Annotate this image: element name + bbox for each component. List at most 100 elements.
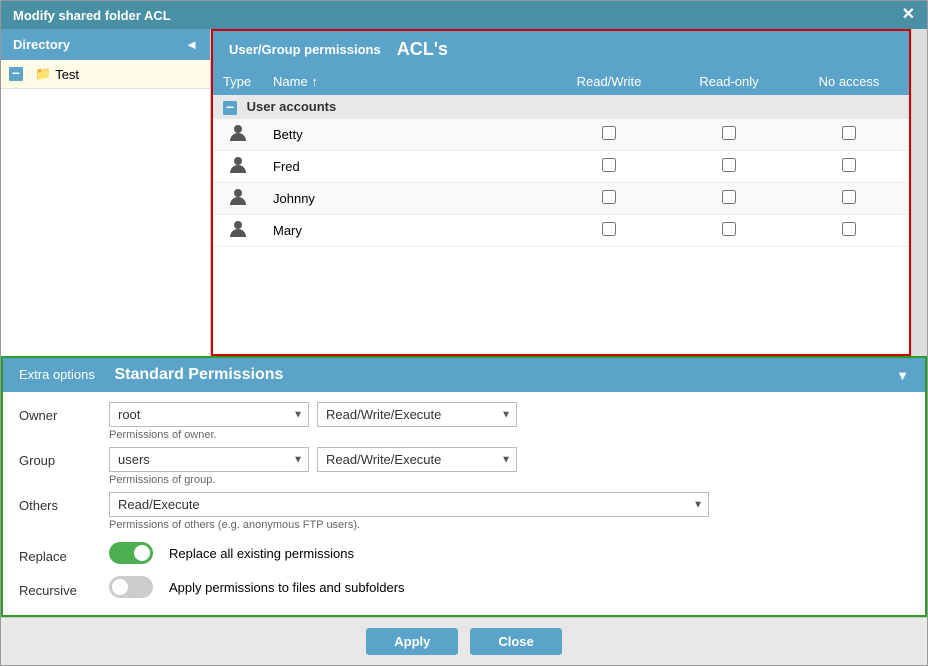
directory-panel: Directory ◄ − 📁 Test bbox=[1, 29, 211, 356]
recursive-controls: Apply permissions to files and subfolder… bbox=[109, 576, 909, 598]
row-name: Mary bbox=[263, 214, 549, 246]
read-only-checkbox[interactable] bbox=[722, 222, 736, 236]
minus-square-icon: − bbox=[9, 67, 29, 82]
directory-label: Directory bbox=[13, 37, 70, 52]
row-read-write bbox=[549, 182, 669, 214]
recursive-toggle[interactable] bbox=[109, 576, 153, 598]
folder-icon: 📁 bbox=[35, 66, 51, 82]
modal-body: Directory ◄ − 📁 Test User/Group permissi… bbox=[1, 29, 927, 665]
modal-header: Modify shared folder ACL ✕ bbox=[1, 1, 927, 29]
group-select-wrap: users admin nobody bbox=[109, 447, 309, 472]
modal-footer: Apply Close bbox=[1, 617, 927, 665]
read-write-checkbox[interactable] bbox=[602, 158, 616, 172]
recursive-inputs: Apply permissions to files and subfolder… bbox=[109, 576, 909, 598]
others-controls: Read/Execute Read/Write/Execute Read/Wri… bbox=[109, 492, 909, 535]
replace-toggle-label: Replace all existing permissions bbox=[169, 546, 354, 561]
row-no-access bbox=[789, 214, 909, 246]
row-read-write bbox=[549, 150, 669, 182]
modal-title: Modify shared folder ACL bbox=[13, 8, 171, 23]
read-write-checkbox[interactable] bbox=[602, 190, 616, 204]
owner-label: Owner bbox=[19, 402, 109, 423]
modify-acl-modal: Modify shared folder ACL ✕ Directory ◄ −… bbox=[0, 0, 928, 666]
close-button[interactable]: Close bbox=[470, 628, 561, 655]
recursive-slider bbox=[109, 576, 153, 598]
group-controls: users admin nobody Read/Write/Execute Re… bbox=[109, 447, 909, 490]
replace-row: Replace Replace all existing permissions bbox=[19, 537, 909, 569]
owner-inputs: root admin nobody Read/Write/Execute Rea… bbox=[109, 402, 909, 427]
table-row: Mary bbox=[213, 214, 909, 246]
row-read-only bbox=[669, 182, 789, 214]
directory-item-label: Test bbox=[55, 67, 79, 82]
row-read-write bbox=[549, 119, 669, 151]
row-no-access bbox=[789, 182, 909, 214]
group-permission-select[interactable]: Read/Write/Execute Read/Write Read-only … bbox=[317, 447, 517, 472]
recursive-row: Recursive Apply permissions to files and… bbox=[19, 571, 909, 603]
sort-icon[interactable]: ↑ bbox=[311, 74, 318, 89]
row-read-only bbox=[669, 119, 789, 151]
row-type-icon bbox=[213, 119, 263, 151]
acl-panel: User/Group permissions ACL's Type Name ↑ bbox=[211, 29, 911, 356]
owner-select[interactable]: root admin nobody bbox=[109, 402, 309, 427]
section-collapse-icon[interactable]: − bbox=[223, 101, 237, 115]
extra-options-body: Owner root admin nobody bbox=[3, 392, 925, 615]
others-row: Others Read/Execute Read/Write/Execute R… bbox=[19, 492, 909, 535]
standard-permissions-label: Standard Permissions bbox=[115, 366, 284, 383]
read-write-checkbox[interactable] bbox=[602, 222, 616, 236]
acl-table-wrapper: Type Name ↑ Read/Write Read-only No acce… bbox=[213, 68, 909, 354]
acl-tab-user-group[interactable]: User/Group permissions bbox=[229, 42, 381, 57]
replace-label: Replace bbox=[19, 543, 109, 564]
directory-header: Directory ◄ bbox=[1, 29, 210, 60]
owner-permission-select-wrap: Read/Write/Execute Read/Write Read-only … bbox=[317, 402, 517, 427]
table-row: Johnny bbox=[213, 182, 909, 214]
others-hint: Permissions of others (e.g. anonymous FT… bbox=[109, 519, 909, 531]
owner-permission-select[interactable]: Read/Write/Execute Read/Write Read-only … bbox=[317, 402, 517, 427]
group-label: Group bbox=[19, 447, 109, 468]
modal-close-button[interactable]: ✕ bbox=[902, 7, 915, 23]
section-label: User accounts bbox=[247, 99, 337, 114]
row-type-icon bbox=[213, 182, 263, 214]
read-write-checkbox[interactable] bbox=[602, 126, 616, 140]
acl-table: Type Name ↑ Read/Write Read-only No acce… bbox=[213, 68, 909, 247]
row-read-only bbox=[669, 150, 789, 182]
expand-icon[interactable]: ▼ bbox=[896, 368, 909, 383]
extra-options-label: Extra options bbox=[19, 367, 95, 382]
col-no-access: No access bbox=[789, 68, 909, 95]
replace-controls: Replace all existing permissions bbox=[109, 542, 909, 564]
acl-tab-acls[interactable]: ACL's bbox=[397, 39, 448, 60]
others-inputs: Read/Execute Read/Write/Execute Read/Wri… bbox=[109, 492, 909, 517]
extra-options-section: Extra options Standard Permissions ▼ Own… bbox=[1, 356, 927, 617]
table-row: Fred bbox=[213, 150, 909, 182]
col-name: Name ↑ bbox=[263, 68, 549, 95]
row-name: Betty bbox=[263, 119, 549, 151]
replace-slider bbox=[109, 542, 153, 564]
owner-controls: root admin nobody Read/Write/Execute Rea… bbox=[109, 402, 909, 445]
read-only-checkbox[interactable] bbox=[722, 190, 736, 204]
row-read-only bbox=[669, 214, 789, 246]
extra-options-header: Extra options Standard Permissions ▼ bbox=[3, 358, 925, 392]
top-section: Directory ◄ − 📁 Test User/Group permissi… bbox=[1, 29, 927, 356]
no-access-checkbox[interactable] bbox=[842, 158, 856, 172]
directory-back-icon[interactable]: ◄ bbox=[185, 37, 198, 52]
group-select[interactable]: users admin nobody bbox=[109, 447, 309, 472]
others-label: Others bbox=[19, 492, 109, 513]
apply-button[interactable]: Apply bbox=[366, 628, 458, 655]
row-no-access bbox=[789, 150, 909, 182]
group-row: Group users admin nobody bbox=[19, 447, 909, 490]
no-access-checkbox[interactable] bbox=[842, 222, 856, 236]
no-access-checkbox[interactable] bbox=[842, 126, 856, 140]
no-access-checkbox[interactable] bbox=[842, 190, 856, 204]
group-hint: Permissions of group. bbox=[109, 474, 909, 486]
acl-header: User/Group permissions ACL's bbox=[213, 31, 909, 68]
col-read-write: Read/Write bbox=[549, 68, 669, 95]
owner-select-wrap: root admin nobody bbox=[109, 402, 309, 427]
extra-options-labels: Extra options Standard Permissions bbox=[19, 366, 283, 384]
scrollbar[interactable] bbox=[911, 29, 927, 356]
replace-toggle[interactable] bbox=[109, 542, 153, 564]
read-only-checkbox[interactable] bbox=[722, 158, 736, 172]
directory-item-test[interactable]: − 📁 Test bbox=[1, 60, 210, 89]
row-read-write bbox=[549, 214, 669, 246]
col-type: Type bbox=[213, 68, 263, 95]
others-select[interactable]: Read/Execute Read/Write/Execute Read/Wri… bbox=[109, 492, 709, 517]
read-only-checkbox[interactable] bbox=[722, 126, 736, 140]
recursive-label: Recursive bbox=[19, 577, 109, 598]
